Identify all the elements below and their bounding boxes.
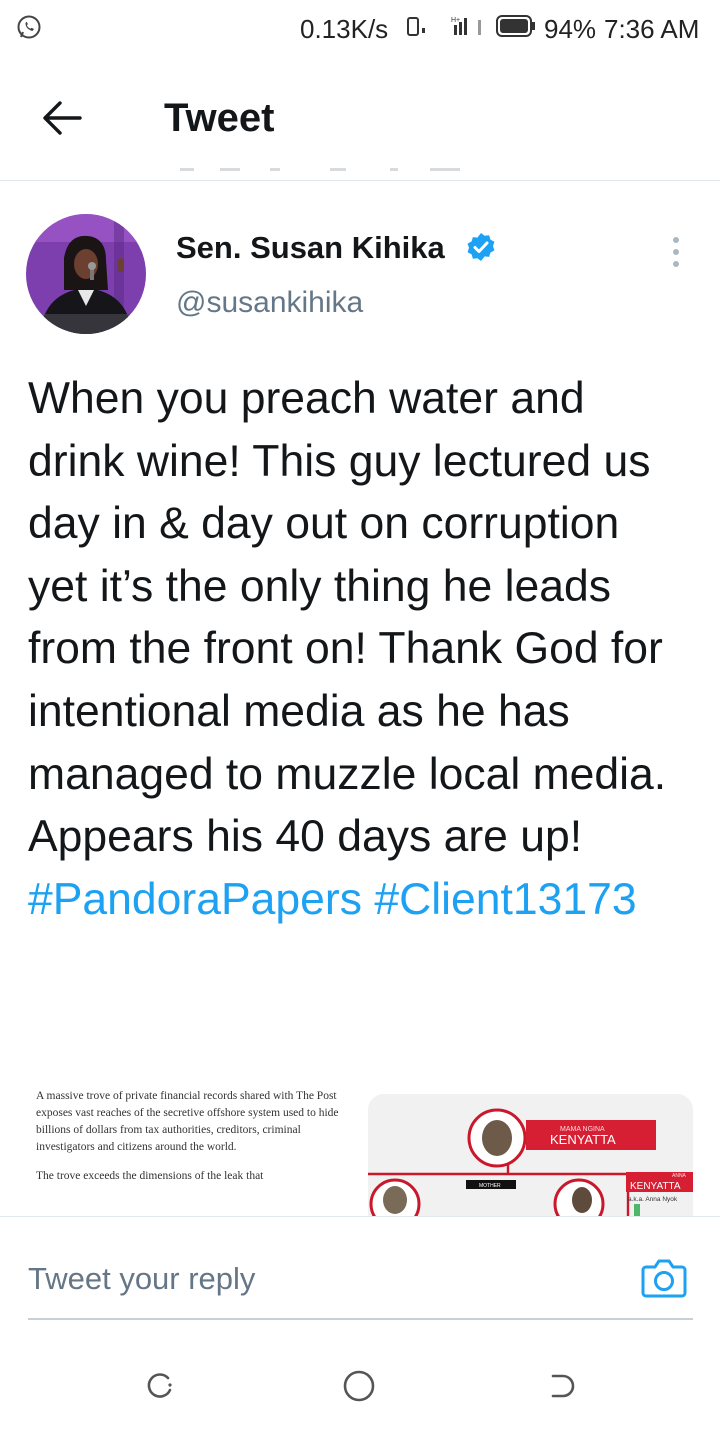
author-photo [26,214,146,334]
camera-icon[interactable] [640,1255,688,1299]
author-handle[interactable]: @susankihika [176,286,363,320]
more-options-icon[interactable] [662,232,690,272]
hashtag-link[interactable]: #Client13173 [374,875,636,924]
family-diagram: MAMA NGINA KENYATTA MOTHER ANNA KENYATTA… [368,1094,693,1216]
back-nav-icon[interactable] [545,1368,581,1404]
tweet-body: When you preach water and drink wine! Th… [28,374,667,862]
reply-input[interactable]: Tweet your reply [28,1261,255,1297]
diagram-label: a.k.a. Anna Nyok [628,1196,678,1203]
tweet-text: When you preach water and drink wine! Th… [28,368,688,931]
status-bar: 0.13K/s H+ 94% 7:36 AM [0,0,720,56]
home-icon[interactable] [341,1368,377,1404]
status-time: 7:36 AM [604,14,700,44]
battery-icon [496,15,535,37]
whatsapp-icon [17,15,41,39]
author-name[interactable]: Sen. Susan Kihika [176,230,445,266]
verified-badge-icon [467,233,495,261]
diagram-label: KENYATTA [630,1181,681,1192]
system-nav-bar [0,1320,720,1440]
diagram-label: MOTHER [479,1183,501,1189]
diagram-label: KENYATTA [550,1132,616,1147]
recents-icon[interactable] [142,1368,178,1404]
page-title: Tweet [164,96,275,140]
svg-text:H+: H+ [451,17,460,24]
app-bar: Tweet [0,56,720,181]
arrow-left-icon[interactable] [40,98,84,138]
network-speed: 0.13K/s [300,14,389,44]
battery-percent: 94% [544,14,597,44]
scroll-fade-remnant [180,168,460,171]
article-excerpt: A massive trove of private financial rec… [36,1090,354,1197]
tweet-image-diagram[interactable]: MAMA NGINA KENYATTA MOTHER ANNA KENYATTA… [368,1094,693,1216]
article-paragraph: A massive trove of private financial rec… [36,1090,339,1153]
article-paragraph: The trove exceeds the dimensions of the … [36,1170,264,1182]
tweet-image-article[interactable]: A massive trove of private financial rec… [28,1090,358,1216]
signal-icon: H+ [407,17,481,36]
reply-bar: Tweet your reply [0,1216,720,1321]
diagram-label: ANNA [672,1173,687,1179]
hashtag-link[interactable]: #PandoraPapers [28,875,362,924]
avatar[interactable] [26,214,146,334]
